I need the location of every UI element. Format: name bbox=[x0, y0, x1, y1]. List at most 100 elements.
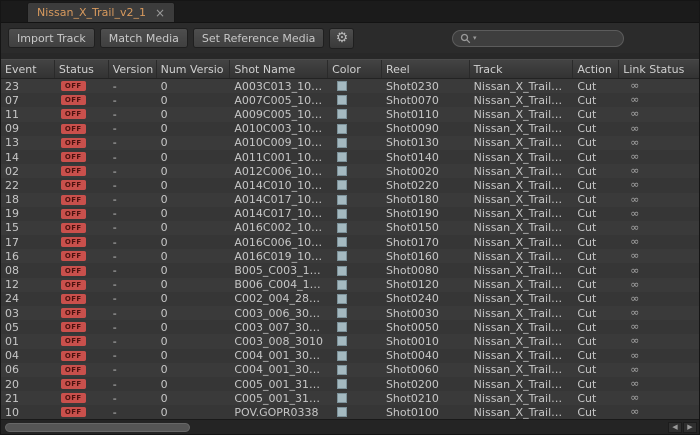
table-row[interactable]: 17OFF-0A016C006_10…Shot0170Nissan_X_Trai… bbox=[1, 235, 699, 249]
table-row[interactable]: 03OFF-0C003_006_30…Shot0030Nissan_X_Trai… bbox=[1, 306, 699, 320]
column-header-track[interactable]: Track bbox=[470, 60, 574, 78]
table-row[interactable]: 02OFF-0A012C006_10…Shot0020Nissan_X_Trai… bbox=[1, 164, 699, 178]
column-header-shot-name[interactable]: Shot Name bbox=[230, 60, 328, 78]
color-chip[interactable] bbox=[337, 195, 347, 205]
search-input[interactable] bbox=[479, 32, 616, 44]
status-cell: OFF bbox=[55, 164, 109, 178]
column-header-status[interactable]: Status bbox=[55, 60, 109, 78]
color-cell bbox=[328, 79, 382, 93]
table-row[interactable]: 07OFF-0A007C005_10…Shot0070Nissan_X_Trai… bbox=[1, 93, 699, 107]
color-chip[interactable] bbox=[337, 223, 347, 233]
search-dropdown-icon[interactable]: ▾ bbox=[473, 34, 477, 42]
status-cell: OFF bbox=[55, 377, 109, 391]
color-chip[interactable] bbox=[337, 393, 347, 403]
table-row[interactable]: 11OFF-0A009C005_10…Shot0110Nissan_X_Trai… bbox=[1, 107, 699, 121]
reel-cell: Shot0020 bbox=[382, 164, 470, 178]
column-header-color[interactable]: Color bbox=[328, 60, 382, 78]
track-cell: Nissan_X_Trail… bbox=[470, 278, 574, 292]
tab-close-icon[interactable]: × bbox=[155, 7, 165, 19]
column-header-link-status[interactable]: Link Status bbox=[619, 60, 699, 78]
color-chip[interactable] bbox=[337, 209, 347, 219]
event-cell: 17 bbox=[1, 235, 55, 249]
table-row[interactable]: 05OFF-0C003_007_30…Shot0050Nissan_X_Trai… bbox=[1, 320, 699, 334]
color-chip[interactable] bbox=[337, 152, 347, 162]
column-header-num-versions[interactable]: Num Versio bbox=[157, 60, 231, 78]
column-header-action[interactable]: Action bbox=[573, 60, 619, 78]
color-chip[interactable] bbox=[337, 95, 347, 105]
color-chip[interactable] bbox=[337, 166, 347, 176]
color-chip[interactable] bbox=[337, 322, 347, 332]
table-row[interactable]: 18OFF-0A014C017_10…Shot0180Nissan_X_Trai… bbox=[1, 193, 699, 207]
horizontal-scrollbar[interactable]: ◀ ▶ bbox=[1, 419, 699, 434]
column-header-version[interactable]: Version bbox=[109, 60, 157, 78]
table-row[interactable]: 23OFF-0A003C013_10…Shot0230Nissan_X_Trai… bbox=[1, 79, 699, 93]
action-cell: Cut bbox=[573, 178, 619, 192]
reel-cell: Shot0050 bbox=[382, 320, 470, 334]
link-status-cell: ∞ bbox=[619, 405, 699, 419]
link-status-icon: ∞ bbox=[630, 152, 639, 162]
table-row[interactable]: 14OFF-0A011C001_10…Shot0140Nissan_X_Trai… bbox=[1, 150, 699, 164]
track-cell: Nissan_X_Trail… bbox=[470, 107, 574, 121]
color-chip[interactable] bbox=[337, 308, 347, 318]
column-header-reel[interactable]: Reel bbox=[382, 60, 470, 78]
table-row[interactable]: 21OFF-0C005_001_31…Shot0210Nissan_X_Trai… bbox=[1, 391, 699, 405]
color-chip[interactable] bbox=[337, 365, 347, 375]
color-chip[interactable] bbox=[337, 280, 347, 290]
search-box[interactable]: ▾ bbox=[452, 30, 624, 47]
track-cell: Nissan_X_Trail… bbox=[470, 405, 574, 419]
event-cell: 07 bbox=[1, 93, 55, 107]
color-cell bbox=[328, 278, 382, 292]
table-row[interactable]: 06OFF-0C004_001_30…Shot0060Nissan_X_Trai… bbox=[1, 363, 699, 377]
shot-name-cell: A007C005_10… bbox=[230, 93, 328, 107]
color-chip[interactable] bbox=[337, 351, 347, 361]
color-chip[interactable] bbox=[337, 109, 347, 119]
table-row[interactable]: 12OFF-0B006_C004_1…Shot0120Nissan_X_Trai… bbox=[1, 278, 699, 292]
table-row[interactable]: 19OFF-0A014C017_10…Shot0190Nissan_X_Trai… bbox=[1, 207, 699, 221]
table-row[interactable]: 13OFF-0A010C009_10…Shot0130Nissan_X_Trai… bbox=[1, 136, 699, 150]
color-chip[interactable] bbox=[337, 81, 347, 91]
settings-button[interactable]: ⚙ bbox=[329, 28, 354, 49]
color-chip[interactable] bbox=[337, 407, 347, 417]
color-chip[interactable] bbox=[337, 138, 347, 148]
event-cell: 14 bbox=[1, 150, 55, 164]
set-reference-media-button[interactable]: Set Reference Media bbox=[193, 28, 325, 48]
table-row[interactable]: 01OFF-0C003_008_3010Shot0010Nissan_X_Tra… bbox=[1, 334, 699, 348]
color-chip[interactable] bbox=[337, 124, 347, 134]
tab-nissan-x-trail[interactable]: Nissan_X_Trail_v2_1 × bbox=[27, 2, 175, 22]
shot-name-cell: POV.GOPR0338 bbox=[230, 405, 328, 419]
status-cell: OFF bbox=[55, 278, 109, 292]
scroll-left-button[interactable]: ◀ bbox=[668, 422, 682, 433]
table-row[interactable]: 16OFF-0A016C019_10…Shot0160Nissan_X_Trai… bbox=[1, 249, 699, 263]
import-track-button[interactable]: Import Track bbox=[8, 28, 95, 48]
status-badge: OFF bbox=[61, 336, 86, 346]
link-status-cell: ∞ bbox=[619, 150, 699, 164]
table-row[interactable]: 24OFF-0C002_004_28…Shot0240Nissan_X_Trai… bbox=[1, 292, 699, 306]
shot-name-cell: B006_C004_1… bbox=[230, 278, 328, 292]
color-chip[interactable] bbox=[337, 251, 347, 261]
link-status-cell: ∞ bbox=[619, 207, 699, 221]
reel-cell: Shot0010 bbox=[382, 334, 470, 348]
action-cell: Cut bbox=[573, 79, 619, 93]
color-chip[interactable] bbox=[337, 237, 347, 247]
color-chip[interactable] bbox=[337, 379, 347, 389]
version-cell: - bbox=[109, 221, 157, 235]
table-row[interactable]: 15OFF-0A016C002_10…Shot0150Nissan_X_Trai… bbox=[1, 221, 699, 235]
status-cell: OFF bbox=[55, 405, 109, 419]
action-cell: Cut bbox=[573, 249, 619, 263]
table-row[interactable]: 08OFF-0B005_C003_1…Shot0080Nissan_X_Trai… bbox=[1, 263, 699, 277]
reel-cell: Shot0120 bbox=[382, 278, 470, 292]
scroll-right-button[interactable]: ▶ bbox=[683, 422, 697, 433]
match-media-button[interactable]: Match Media bbox=[100, 28, 188, 48]
table-row[interactable]: 09OFF-0A010C003_10…Shot0090Nissan_X_Trai… bbox=[1, 122, 699, 136]
table-row[interactable]: 10OFF-0POV.GOPR0338Shot0100Nissan_X_Trai… bbox=[1, 405, 699, 419]
table-row[interactable]: 20OFF-0C005_001_31…Shot0200Nissan_X_Trai… bbox=[1, 377, 699, 391]
color-chip[interactable] bbox=[337, 266, 347, 276]
table-row[interactable]: 04OFF-0C004_001_30…Shot0040Nissan_X_Trai… bbox=[1, 349, 699, 363]
color-chip[interactable] bbox=[337, 294, 347, 304]
table-body: 23OFF-0A003C013_10…Shot0230Nissan_X_Trai… bbox=[1, 79, 699, 419]
color-chip[interactable] bbox=[337, 336, 347, 346]
color-chip[interactable] bbox=[337, 180, 347, 190]
table-row[interactable]: 22OFF-0A014C010_10…Shot0220Nissan_X_Trai… bbox=[1, 178, 699, 192]
scrollbar-thumb[interactable] bbox=[5, 423, 190, 432]
column-header-event[interactable]: Event bbox=[1, 60, 55, 78]
